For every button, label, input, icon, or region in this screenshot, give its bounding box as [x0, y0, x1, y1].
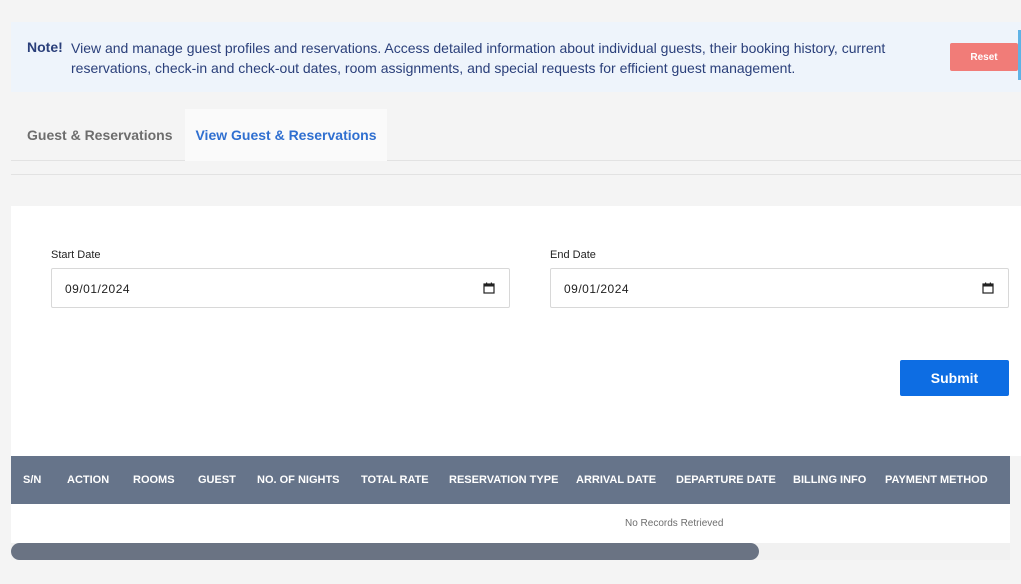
note-text: View and manage guest profiles and reser… [71, 40, 886, 76]
filter-panel: Start Date 09/01/2024 End Date 09/01/202… [11, 206, 1021, 456]
end-date-input[interactable]: 09/01/2024 [550, 268, 1009, 308]
tab-view-guest-reservations[interactable]: View Guest & Reservations [185, 109, 387, 161]
calendar-icon[interactable] [982, 282, 994, 294]
col-nights[interactable]: NO. OF NIGHTS [257, 456, 340, 504]
col-departure-date[interactable]: DEPARTURE DATE [676, 456, 776, 504]
col-action[interactable]: ACTION [67, 456, 109, 504]
scrollbar-thumb[interactable] [11, 543, 759, 560]
col-billing-info[interactable]: BILLING INFO [793, 456, 866, 504]
col-sn[interactable]: S/N [23, 456, 41, 504]
empty-message: No Records Retrieved [625, 518, 724, 529]
col-guest[interactable]: GUEST [198, 456, 236, 504]
reservations-table: S/N ACTION ROOMS GUEST NO. OF NIGHTS TOT… [11, 456, 1010, 560]
divider [11, 174, 1021, 175]
col-rooms[interactable]: ROOMS [133, 456, 175, 504]
horizontal-scrollbar[interactable] [11, 543, 1010, 560]
note-label: Note! [27, 39, 63, 55]
tab-guest-reservations[interactable]: Guest & Reservations [27, 109, 173, 161]
start-date-label: Start Date [51, 249, 101, 261]
end-date-value: 09/01/2024 [564, 282, 630, 296]
tab-bar: Guest & Reservations View Guest & Reserv… [11, 109, 1021, 161]
col-total-rate[interactable]: TOTAL RATE [361, 456, 429, 504]
start-date-input[interactable]: 09/01/2024 [51, 268, 510, 308]
start-date-value: 09/01/2024 [65, 282, 131, 296]
submit-button[interactable]: Submit [900, 360, 1009, 396]
reset-button[interactable]: Reset [950, 43, 1018, 71]
table-header: S/N ACTION ROOMS GUEST NO. OF NIGHTS TOT… [11, 456, 1010, 504]
info-note: Note! View and manage guest profiles and… [11, 22, 1021, 92]
col-payment-method[interactable]: PAYMENT METHOD [885, 456, 988, 504]
col-arrival-date[interactable]: ARRIVAL DATE [576, 456, 656, 504]
end-date-label: End Date [550, 249, 596, 261]
col-reservation-type[interactable]: RESERVATION TYPE [449, 456, 558, 504]
calendar-icon[interactable] [483, 282, 495, 294]
